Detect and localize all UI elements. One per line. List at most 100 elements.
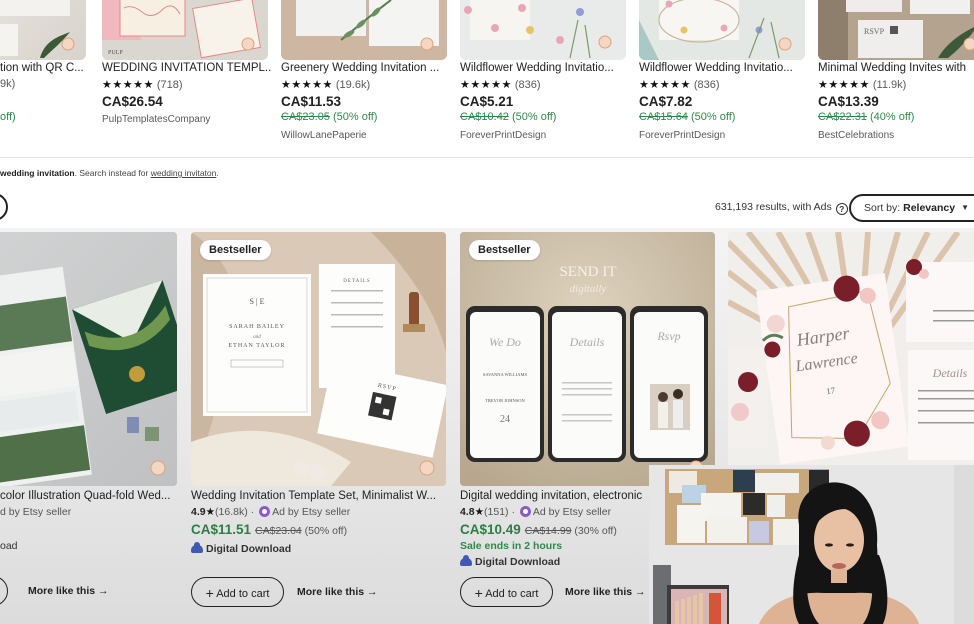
ad-label: Ad by Etsy seller <box>272 506 351 518</box>
star-rating-icons: ★★★★★ <box>102 79 154 91</box>
sort-label: Sort by: <box>864 202 904 214</box>
listing-thumbnail-art: PULP <box>102 0 268 60</box>
listing-original-price: CA$10.42 (50% off) <box>460 111 556 123</box>
review-count: (836) <box>693 79 720 91</box>
listing-title[interactable]: Wildflower Wedding Invitatio... <box>460 62 630 74</box>
notice-text: . Search instead for <box>74 168 151 178</box>
strikethrough-price: CA$22.31 <box>818 111 867 123</box>
listing-title[interactable]: Wildflower Wedding Invitatio... <box>639 62 809 74</box>
listing-title[interactable]: Minimal Wedding Invites with <box>818 62 974 74</box>
filter-button[interactable] <box>0 193 8 221</box>
review-count: (718) <box>156 79 183 91</box>
listing-image[interactable] <box>281 0 447 60</box>
add-to-cart-button[interactable]: + Add to cart <box>460 577 553 607</box>
listing-price: CA$26.54 <box>102 94 163 109</box>
star-rating-icons: ★★★★★ <box>818 79 870 91</box>
more-like-this-link[interactable]: More like this → <box>565 586 646 598</box>
listing-title[interactable]: Greenery Wedding Invitation ... <box>281 62 451 74</box>
star-icon: ★ <box>205 506 216 518</box>
spelling-correction-notice: wedding invitation. Search instead for w… <box>0 168 219 178</box>
review-count: (16.8k) <box>215 506 248 518</box>
review-count: (19.6k) <box>335 79 371 91</box>
shop-name[interactable]: BestCelebrations <box>818 130 894 141</box>
listing-original-price: CA$23.05 (50% off) <box>281 111 377 123</box>
listing-rating: ★★★★★ (836) <box>460 78 541 91</box>
listing-image[interactable]: RSVP <box>818 0 974 60</box>
rating-value: 4.9 <box>191 506 206 518</box>
listing-thumbnail-art <box>460 0 626 60</box>
digital-download-text: Digital Download <box>475 556 561 568</box>
listing-thumbnail-art <box>0 0 75 58</box>
add-to-cart-label: Add to cart <box>485 588 539 600</box>
rating-value: 4.8 <box>460 506 475 518</box>
listing-price-row: CA$11.51 CA$23.04 (50% off) <box>191 522 347 537</box>
listing-discount: off) <box>0 111 16 123</box>
couple-name-1: SARAH BAILEY <box>229 324 285 330</box>
shop-name[interactable]: PulpTemplatesCompany <box>102 114 210 125</box>
shop-name[interactable]: WillowLanePaperie <box>281 130 367 141</box>
listing-thumbnail-art <box>281 0 447 60</box>
help-icon[interactable]: ? <box>835 203 848 215</box>
digitally-script: digitally <box>570 283 607 295</box>
results-count: 631,193 results, with Ads ? <box>715 201 848 215</box>
listing-image[interactable] <box>0 0 86 60</box>
listing-rating: ★★★★★ (836) <box>639 78 720 91</box>
discount-label: (50% off) <box>512 111 557 123</box>
listing-thumbnail-art <box>639 0 805 60</box>
listing-photo-art <box>0 232 177 486</box>
listing-image[interactable]: S | E SARAH BAILEY and ETHAN TAYLOR DETA… <box>191 232 446 486</box>
star-rating-icons: ★★★★★ <box>460 79 512 91</box>
listing-price: CA$5.21 <box>460 94 514 109</box>
phone-2-script: Details <box>569 335 605 349</box>
listing-rating: ★★★★★ (718) <box>102 78 183 91</box>
listing-image[interactable] <box>639 0 805 60</box>
shop-name[interactable]: ForeverPrintDesign <box>460 130 546 141</box>
top-listings-row: tion with QR C... 9k) off) PULP WEDDING … <box>0 0 974 158</box>
section-divider <box>0 157 974 158</box>
listing-rating: 4.8★(151) · Ad by Etsy seller <box>460 506 612 518</box>
listing-image[interactable] <box>0 232 177 486</box>
strikethrough-price: CA$23.04 <box>255 525 302 537</box>
discount-label: (50% off) <box>333 111 378 123</box>
listing-photo-art: SEND IT digitally We Do SAVANNA WILLIAMS… <box>460 232 715 486</box>
listing-price-row: CA$10.49 CA$14.99 (30% off) <box>460 522 617 537</box>
listing-thumbnail-art: RSVP <box>818 0 974 60</box>
listing-original-price: CA$15.64 (50% off) <box>639 111 735 123</box>
monogram-text: S | E <box>250 297 265 306</box>
listing-photo-art: Harper Lawrence 17 Details <box>728 232 974 486</box>
listing-image[interactable] <box>460 0 626 60</box>
shop-name[interactable]: ForeverPrintDesign <box>639 130 725 141</box>
plus-icon: + <box>205 585 214 601</box>
discount-label: (40% off) <box>870 111 915 123</box>
listing-price: CA$13.39 <box>818 94 879 109</box>
digital-download-label: Digital Download <box>191 542 291 555</box>
details-heading: DETAILS <box>343 279 370 284</box>
listing-image[interactable]: SEND IT digitally We Do SAVANNA WILLIAMS… <box>460 232 715 486</box>
cloud-download-icon <box>460 555 472 566</box>
more-like-this-link[interactable]: More like this → <box>297 586 378 598</box>
etsy-ad-icon <box>519 506 531 517</box>
add-to-cart-button[interactable]: + Add to cart <box>191 577 284 607</box>
add-to-cart-label: Add to cart <box>216 588 270 600</box>
listing-ad-info: d by Etsy seller <box>0 506 72 518</box>
phone-3-script: Rsvp <box>656 329 680 343</box>
ad-label: Ad by Etsy seller <box>532 506 612 518</box>
more-like-this-link[interactable]: More like this → <box>28 585 109 597</box>
discount-label: (50% off) <box>304 525 348 537</box>
listing-title[interactable]: Wedding Invitation Template Set, Minimal… <box>191 490 453 502</box>
more-like-this-label: More like this <box>297 586 365 598</box>
digital-download-label: Digital Download <box>460 555 561 568</box>
listing-image[interactable]: Harper Lawrence 17 Details <box>728 232 974 486</box>
sale-price: CA$10.49 <box>460 522 521 537</box>
search-instead-link[interactable]: wedding invitaton <box>151 168 217 178</box>
more-like-this-label: More like this <box>565 586 633 598</box>
listing-photo-art: S | E SARAH BAILEY and ETHAN TAYLOR DETA… <box>191 232 446 486</box>
listing-title[interactable]: WEDDING INVITATION TEMPL... <box>102 62 272 74</box>
star-icon: ★ <box>474 506 485 518</box>
sort-dropdown[interactable]: Sort by: Relevancy ▼ <box>849 194 974 222</box>
listing-price: CA$7.82 <box>639 94 693 109</box>
webcam-overlay <box>649 465 974 624</box>
bestseller-badge: Bestseller <box>200 240 271 260</box>
listing-image[interactable]: PULP <box>102 0 268 60</box>
review-count: (11.9k) <box>872 79 907 91</box>
